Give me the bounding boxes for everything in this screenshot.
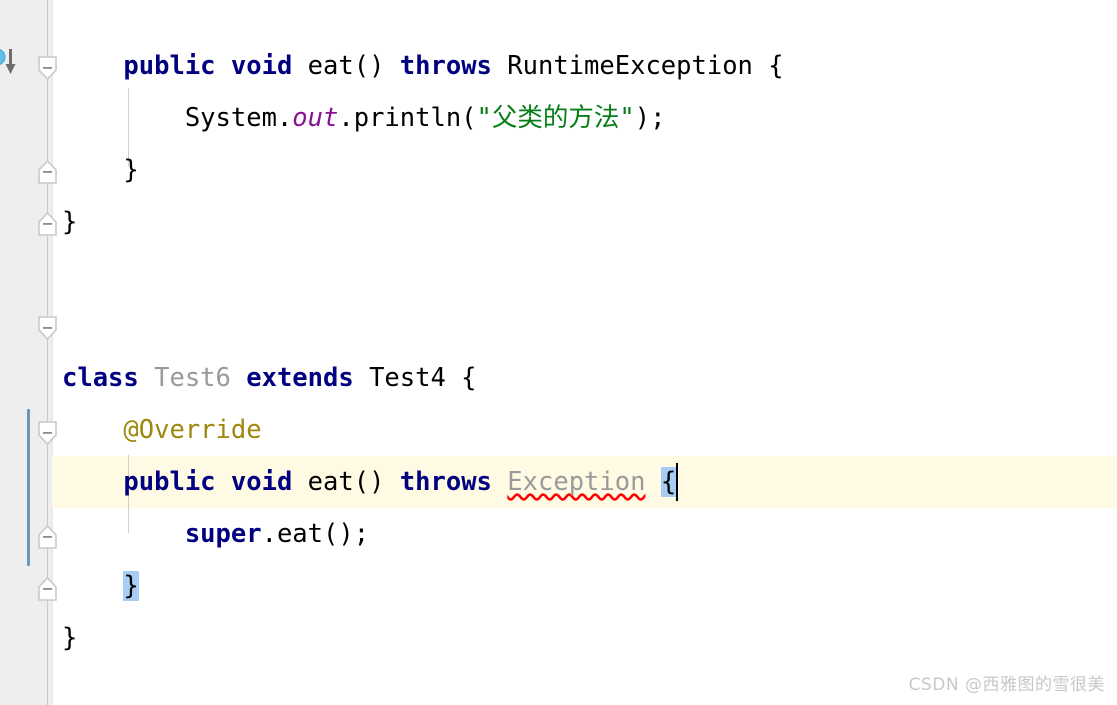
code-token: .eat(); <box>261 519 370 549</box>
code-token: System. <box>62 103 293 133</box>
csdn-watermark: CSDN @西雅图的雪很美 <box>908 675 1105 695</box>
code-token: eat() <box>292 467 400 497</box>
code-line[interactable] <box>52 300 1117 352</box>
text-caret <box>676 463 679 501</box>
code-token: throws <box>399 51 492 81</box>
code-token: public <box>123 51 216 81</box>
code-token: class <box>62 363 139 393</box>
code-token: throws <box>399 467 492 497</box>
code-token: Test6 <box>154 363 231 393</box>
code-token: } <box>62 207 78 237</box>
code-line[interactable]: System.out.println("父类的方法"); <box>52 92 1117 144</box>
code-token: { <box>660 467 677 497</box>
code-token: } <box>62 155 139 185</box>
code-token: public <box>123 467 216 497</box>
code-editor[interactable]: public void eat() throws RuntimeExceptio… <box>0 0 1117 705</box>
code-token: "父类的方法" <box>476 103 635 133</box>
code-token: } <box>62 623 78 653</box>
code-line[interactable]: class Test6 extends Test4 { <box>52 352 1117 404</box>
code-line[interactable]: super.eat(); <box>52 508 1117 560</box>
code-line[interactable] <box>52 248 1117 300</box>
code-token: extends <box>246 363 354 393</box>
code-token: out <box>292 103 339 133</box>
code-line[interactable]: } <box>52 196 1117 248</box>
vcs-change-marker[interactable] <box>27 409 30 566</box>
code-token: super <box>184 519 262 549</box>
code-token: void <box>230 51 293 81</box>
code-line[interactable]: @Override <box>52 404 1117 456</box>
code-token: Exception <box>507 467 646 497</box>
code-token: Test4 { <box>353 363 477 393</box>
code-token: @Override <box>62 415 262 445</box>
code-line[interactable]: } <box>52 560 1117 612</box>
code-line[interactable]: } <box>52 144 1117 196</box>
code-token: eat() <box>292 51 400 81</box>
code-token: void <box>230 467 293 497</box>
code-content-area[interactable]: public void eat() throws RuntimeExceptio… <box>52 0 1117 705</box>
code-token: .println( <box>338 103 477 133</box>
code-token: RuntimeException { <box>491 51 784 81</box>
code-token: ); <box>634 103 666 133</box>
code-token: } <box>123 571 139 601</box>
code-line[interactable]: public void eat() throws Exception { <box>52 456 1117 508</box>
overriding-method-icon[interactable] <box>0 47 21 79</box>
code-line[interactable]: } <box>52 612 1117 664</box>
code-line[interactable]: public void eat() throws RuntimeExceptio… <box>52 40 1117 92</box>
